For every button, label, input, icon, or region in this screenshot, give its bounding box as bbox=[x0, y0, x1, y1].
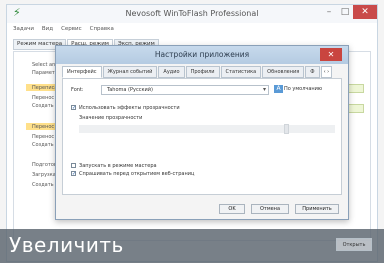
transparency-slider-thumb[interactable] bbox=[284, 124, 289, 134]
menu-view[interactable]: Вид bbox=[42, 23, 53, 35]
master-mode-checkbox-label: Запускать в режиме мастера bbox=[79, 163, 157, 169]
ok-button[interactable]: OK bbox=[219, 204, 245, 214]
zoom-overlay: Увеличить Открыть bbox=[0, 229, 384, 263]
font-select-value: Tahoma (Русский) bbox=[107, 87, 153, 93]
screenshot-frame: ⚡ Nevosoft WinToFlash Professional – □ ✕… bbox=[0, 0, 384, 263]
tab-audio[interactable]: Аудио bbox=[158, 66, 185, 78]
font-label: Font: bbox=[71, 87, 84, 93]
tab-profiles[interactable]: Профили bbox=[185, 66, 220, 78]
web-confirm-checkbox[interactable]: ✓ bbox=[71, 171, 76, 177]
app-logo-icon: ⚡ bbox=[13, 6, 21, 19]
dialog-close-icon[interactable]: ✕ bbox=[320, 48, 342, 61]
menu-service[interactable]: Сервис bbox=[61, 23, 82, 35]
tab-scroll-arrows[interactable]: ‹ › bbox=[320, 66, 333, 78]
dialog-titlebar: Настройки приложения ✕ bbox=[56, 46, 348, 64]
main-titlebar: ⚡ Nevosoft WinToFlash Professional – □ ✕ bbox=[7, 5, 377, 23]
zoom-label[interactable]: Увеличить bbox=[9, 233, 124, 257]
chevron-down-icon: ▾ bbox=[262, 86, 266, 93]
web-confirm-checkbox-label: Спрашивать перед открытием веб-страниц bbox=[79, 171, 195, 177]
tab-event-log[interactable]: Журнал событий bbox=[102, 66, 158, 78]
master-mode-checkbox[interactable] bbox=[71, 163, 76, 168]
font-select[interactable]: Tahoma (Русский) ▾ bbox=[101, 85, 269, 95]
window-controls: – □ ✕ bbox=[321, 5, 377, 21]
minimize-icon[interactable]: – bbox=[321, 5, 337, 19]
transparency-level-label: Значение прозрачности bbox=[79, 115, 143, 121]
cancel-button[interactable]: Отмена bbox=[251, 204, 289, 214]
maximize-icon[interactable]: □ bbox=[337, 5, 353, 19]
main-window-title: Nevosoft WinToFlash Professional bbox=[125, 9, 259, 18]
transparency-checkbox-label: Использовать эффекты прозрачности bbox=[79, 105, 180, 111]
overlay-open-button[interactable]: Открыть bbox=[336, 238, 372, 251]
menu-help[interactable]: Справка bbox=[90, 23, 114, 35]
dialog-title: Настройки приложения bbox=[154, 50, 250, 59]
transparency-slider[interactable] bbox=[79, 124, 335, 134]
transparency-checkbox[interactable]: ✓ bbox=[71, 105, 76, 111]
tab-interface[interactable]: Интерфейс bbox=[62, 66, 102, 78]
menu-tasks[interactable]: Задачи bbox=[13, 23, 34, 35]
settings-dialog: Настройки приложения ✕ Интерфейс Журнал … bbox=[55, 45, 349, 220]
tab-updates[interactable]: Обновления bbox=[262, 66, 305, 78]
dialog-tabs: Интерфейс Журнал событий Аудио Профили С… bbox=[62, 66, 333, 78]
font-default-button[interactable]: По умолчанию bbox=[284, 86, 322, 92]
apply-button[interactable]: Применить bbox=[295, 204, 339, 214]
close-icon[interactable]: ✕ bbox=[353, 5, 377, 19]
tab-more[interactable]: Ф bbox=[305, 66, 320, 78]
tab-statistics[interactable]: Статистика bbox=[220, 66, 262, 78]
font-reset-icon[interactable]: A bbox=[274, 85, 283, 93]
main-menu: Задачи Вид Сервис Справка bbox=[7, 23, 377, 35]
interface-panel: Font: Tahoma (Русский) ▾ A По умолчанию … bbox=[62, 78, 342, 195]
